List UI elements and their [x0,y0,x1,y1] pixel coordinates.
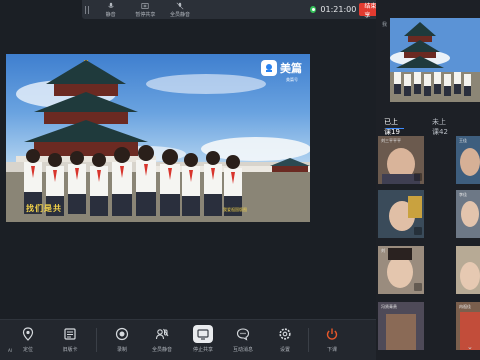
participant-tile[interactable]: 李佳 [456,190,480,238]
video-subcaption: 我爱祖国版图 [223,207,247,212]
pause-share-button[interactable]: 暂停共享 [129,0,162,19]
participant-tile[interactable]: 冯贤青贵 [378,302,424,350]
card-button[interactable]: 旧版卡 [52,325,88,353]
end-class-label: 下课 [326,347,337,353]
toolbar-divider [308,328,309,352]
messages-label: 互动消息 [232,347,253,353]
chevron-down-icon[interactable]: ⌄ [467,343,473,351]
tab-attended[interactable]: 已上课19 [384,117,404,137]
mute-all-icon [176,2,184,9]
pen-icon[interactable] [414,173,422,181]
pause-icon [141,2,149,9]
stop-share-label: 停止共享 [192,347,213,353]
record-label: 录制 [116,347,127,353]
settings-label: 设置 [279,347,290,353]
attendance-tabs: 已上课19 未上课42 [384,117,480,137]
card-icon [64,328,76,340]
logo-subtext: 美篇号 [286,77,298,82]
mute-all-button[interactable]: 全员静音 [164,0,197,19]
self-preview[interactable] [390,18,480,102]
mic-icon [108,2,114,8]
temple-scene-image [6,60,310,222]
participants-panel: 我 已上课19 未上课42 刘三平平平 王佳 李佳 刘 冯贤青贵 冉祖佳 [376,0,480,360]
self-preview-image [390,18,480,102]
tab-absent[interactable]: 未上课42 [432,117,452,137]
mute-all-toolbar-label: 全员静音 [151,347,172,353]
location-icon [22,327,34,341]
participant-tile[interactable] [456,246,480,294]
video-caption: 找们是共 [26,204,62,213]
location-button[interactable]: 定位 [10,325,46,353]
session-timer: 01:21:00 [320,5,357,14]
chat-icon [236,328,250,341]
active-tab-indicator [386,128,404,129]
power-icon [326,328,338,340]
record-button[interactable]: 录制 [104,325,140,353]
toolbar-divider [96,328,97,352]
card-label: 旧版卡 [62,347,78,353]
drag-handle-icon[interactable] [82,0,92,19]
live-indicator-icon [310,6,317,13]
share-control-bar: 静音 暂停共享 全员静音 01:21:00 结束共享 [82,0,390,19]
logo-text: 美篇 [280,62,302,75]
pen-icon[interactable] [414,283,422,291]
mute-button[interactable]: 静音 [94,0,127,19]
pen-icon[interactable] [414,227,422,235]
stop-share-icon [197,329,209,340]
mute-all-toolbar-button[interactable]: 全员静音 [144,325,180,353]
mute-all-label: 全员静音 [170,11,191,18]
gear-icon [279,328,291,340]
participant-tile[interactable]: 刘三平平平 [378,136,424,184]
participant-tile[interactable] [378,190,424,238]
record-icon [115,327,129,341]
participant-tile[interactable]: 王佳 [456,136,480,184]
self-label: 我 [382,22,388,28]
stop-share-button[interactable]: 停止共享 [185,325,221,353]
bottom-left-text: AI [8,348,12,353]
meipian-logo-icon [261,60,277,76]
messages-button[interactable]: 互动消息 [225,325,261,353]
mute-label: 静音 [105,11,116,18]
pause-share-label: 暂停共享 [135,11,156,18]
settings-button[interactable]: 设置 [267,325,303,353]
location-label: 定位 [22,347,33,353]
shared-video: 美篇 美篇号 找们是共 我爱祖国版图 [6,54,310,222]
meipian-logo: 美篇 [261,60,302,76]
mute-all-icon [155,328,169,340]
participant-tile[interactable]: 刘 [378,246,424,294]
end-class-button[interactable]: 下课 [314,325,350,353]
bottom-toolbar: 定位 旧版卡 录制 全员静音 停止共享 互动消息 设置 下课 [0,319,376,360]
